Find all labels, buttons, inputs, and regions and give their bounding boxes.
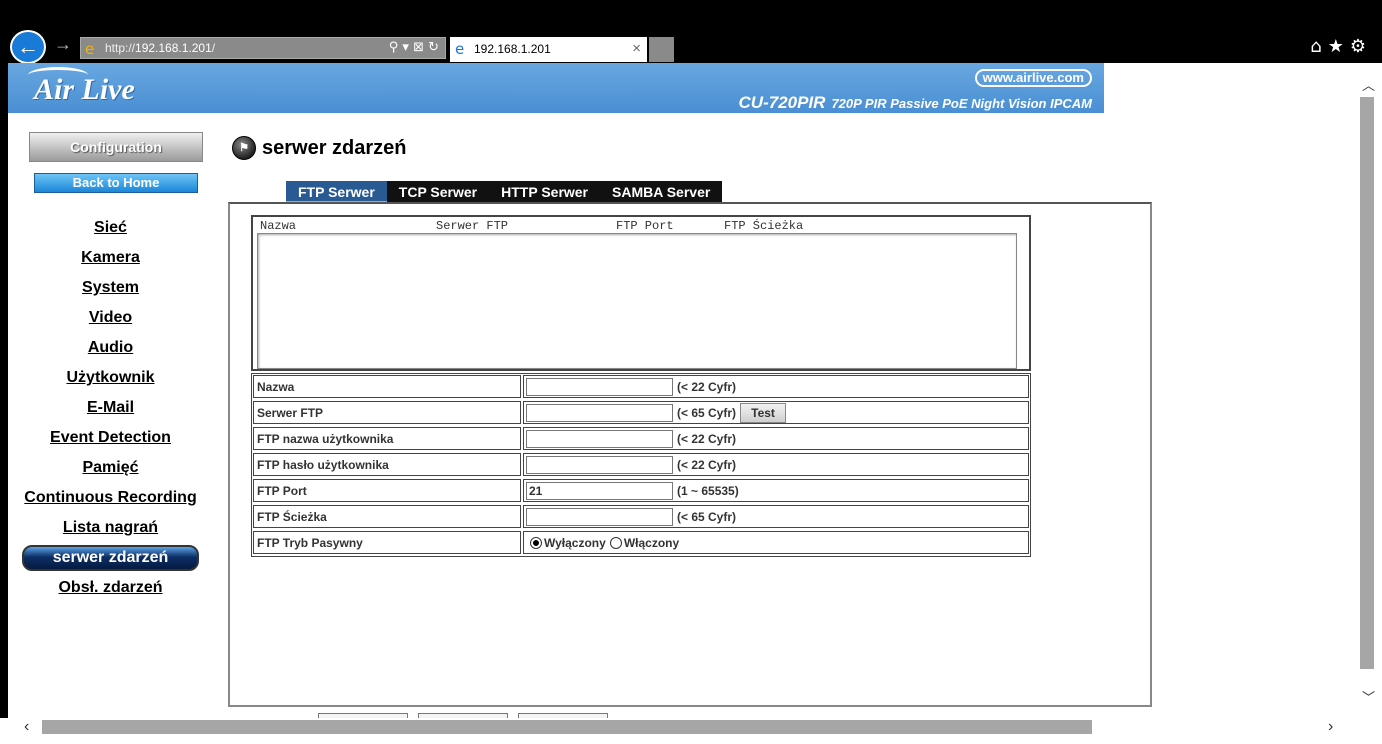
url-scheme: http:// [105,41,136,55]
tab-tcp-server[interactable]: TCP Serwer [386,181,490,203]
server-list-area[interactable] [257,233,1017,369]
passive-off-radio[interactable] [530,536,542,549]
sidebar-nav: Sieć Kamera System Video Audio Użytkowni… [18,213,203,603]
model-line: CU-720PIR 720P PIR Passive PoE Night Visi… [739,93,1092,113]
port-label: FTP Port [253,479,521,502]
model-description: 720P PIR Passive PoE Night Vision IPCAM [831,96,1092,111]
form-row-password: FTP hasło użytkownika (< 22 Cyfr) [252,452,1030,478]
sidebar-item-uzytkownik[interactable]: Użytkownik [18,363,203,393]
column-header-path: FTP Ścieżka [724,219,804,233]
close-tab-icon[interactable]: × [632,40,641,57]
name-hint: (< 22 Cyfr) [677,379,737,394]
ftp-server-list: Nazwa Serwer FTP FTP Port FTP Ścieżka [251,215,1031,371]
back-arrow-icon[interactable]: ← [10,30,46,64]
airlive-logo: Air Live [34,73,135,106]
column-header-server: Serwer FTP [436,219,509,233]
sidebar-item-event-detection[interactable]: Event Detection [18,423,203,453]
tab-title: 192.168.1.201 [474,42,551,56]
passive-label: FTP Tryb Pasywny [253,531,521,554]
ie-icon: e [455,40,465,58]
form-row-server: Serwer FTP (< 65 Cyfr) Test [252,400,1030,426]
tab-ftp-server[interactable]: FTP Serwer [286,181,387,203]
sidebar-item-obsl-zdarzen[interactable]: Obsł. zdarzeń [18,573,203,603]
form-row-name: Nazwa (< 22 Cyfr) [252,374,1030,400]
vertical-scroll-thumb[interactable] [1360,97,1374,669]
vertical-scrollbar[interactable]: ︿ ﹀ [1358,63,1382,718]
page-title-text: serwer zdarzeń [262,136,407,159]
browser-chrome: ← → e http://192.168.1.201/ ⚲ ▾ ⊠ ↻ e 19… [0,0,1382,64]
scroll-right-icon[interactable]: › [1328,718,1333,736]
path-hint: (< 65 Cyfr) [677,509,737,524]
server-label: Serwer FTP [253,401,521,424]
ie-icon: e [85,40,95,58]
sidebar-item-serwer-zdarzen[interactable]: serwer zdarzeń [22,545,199,571]
event-server-icon: ⚑ [232,136,256,160]
scroll-left-icon[interactable]: ‹ [24,718,29,736]
sidebar-item-kamera[interactable]: Kamera [18,243,203,273]
scroll-up-icon[interactable]: ︿ [1362,75,1375,94]
port-hint: (1 ~ 65535) [677,483,739,498]
user-hint: (< 22 Cyfr) [677,431,737,446]
site-url-badge: www.airlive.com [974,69,1092,87]
address-tools-icons[interactable]: ⚲ ▾ ⊠ ↻ [389,40,439,55]
new-tab-button[interactable] [649,37,674,62]
tab-http-server[interactable]: HTTP Serwer [489,181,601,203]
header-banner: Air Live www.airlive.com CU-720PIR 720P P… [8,63,1104,113]
tab-samba-server[interactable]: SAMBA Server [600,181,723,203]
back-to-home-button[interactable]: Back to Home [34,173,198,193]
column-header-port: FTP Port [616,219,674,233]
passive-on-label: Włączony [623,535,680,550]
password-hint: (< 22 Cyfr) [677,457,737,472]
column-header-name: Nazwa [260,219,297,233]
sidebar-item-siec[interactable]: Sieć [18,213,203,243]
sidebar-item-video[interactable]: Video [18,303,203,333]
scroll-down-icon[interactable]: ﹀ [1362,687,1375,706]
sidebar-item-email[interactable]: E-Mail [18,393,203,423]
path-input[interactable] [526,507,673,526]
form-row-user: FTP nazwa użytkownika (< 22 Cyfr) [252,426,1030,452]
forward-arrow-icon[interactable]: → [54,34,72,55]
sidebar-item-system[interactable]: System [18,273,203,303]
page-title: ⚑ serwer zdarzeń [232,136,407,160]
ftp-server-panel: Nazwa Serwer FTP FTP Port FTP Ścieżka Na… [228,202,1152,707]
form-row-path: FTP Ścieżka (< 65 Cyfr) [252,504,1030,530]
browser-tab[interactable]: e 192.168.1.201 × [450,37,647,62]
password-label: FTP hasło użytkownika [253,453,521,476]
url-host: 192.168.1.201 [135,41,212,55]
sidebar-item-pamiec[interactable]: Pamięć [18,453,203,483]
user-input[interactable] [526,429,673,448]
home-favorites-settings-icons[interactable]: ⌂★⚙ [1310,36,1372,57]
server-hint: (< 65 Cyfr) [677,405,737,420]
url-text[interactable]: http://192.168.1.201/ [105,41,215,55]
form-row-port: FTP Port (1 ~ 65535) [252,478,1030,504]
path-label: FTP Ścieżka [253,505,521,528]
server-tabs: FTP Serwer TCP Serwer HTTP Serwer SAMBA … [286,181,723,203]
user-label: FTP nazwa użytkownika [253,427,521,450]
page-viewport: Air Live www.airlive.com CU-720PIR 720P P… [8,63,1358,718]
form-row-passive: FTP Tryb Pasywny Wyłączony Włączony [252,530,1030,556]
test-button[interactable]: Test [740,402,787,423]
name-label: Nazwa [253,375,521,398]
configuration-header: Configuration [29,132,203,162]
password-input[interactable] [526,455,673,474]
name-input[interactable] [526,377,673,396]
horizontal-scrollbar[interactable]: ‹ › [0,718,1382,744]
address-bar[interactable]: e http://192.168.1.201/ ⚲ ▾ ⊠ ↻ [80,37,446,59]
list-header: Nazwa Serwer FTP FTP Port FTP Ścieżka [255,219,1027,233]
model-name: CU-720PIR [738,93,826,112]
horizontal-scroll-thumb[interactable] [42,720,1092,734]
ftp-server-form: Nazwa (< 22 Cyfr) Serwer FTP (< 65 Cyfr)… [251,373,1031,557]
url-path: / [211,41,216,55]
server-input[interactable] [526,403,673,422]
sidebar-item-continuous-recording[interactable]: Continuous Recording [18,483,203,513]
sidebar-item-audio[interactable]: Audio [18,333,203,363]
passive-off-label: Wyłączony [544,535,606,550]
port-input[interactable] [526,481,673,500]
sidebar-item-lista-nagran[interactable]: Lista nagrań [18,513,203,543]
passive-on-radio[interactable] [609,536,622,549]
